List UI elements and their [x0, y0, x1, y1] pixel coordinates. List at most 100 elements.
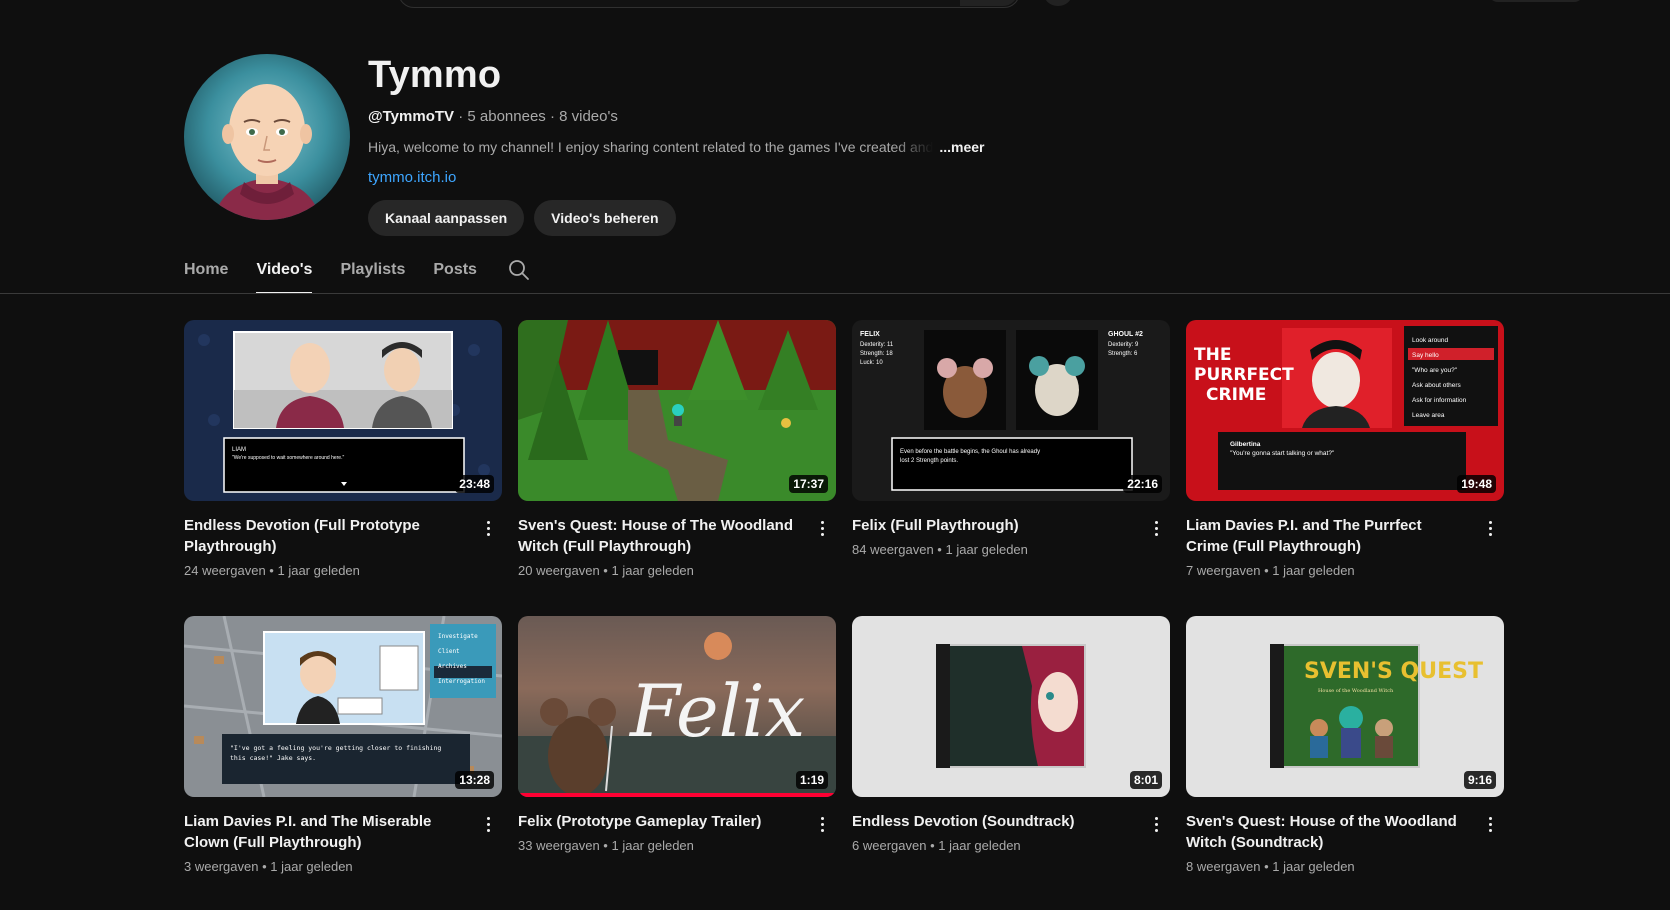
video-meta: 6 weergaven • 1 jaar geleden [852, 838, 1170, 853]
thumb-logo: CRIME [1206, 385, 1266, 405]
thumb-right-name: GHOUL #2 [1108, 331, 1143, 338]
video-duration: 1:19 [795, 771, 828, 789]
video-thumbnail[interactable]: 8:01 [852, 616, 1170, 797]
voice-search-button[interactable] [1044, 0, 1072, 6]
video-card[interactable]: Felix 1:19 Felix (Prototype Gameplay Tra… [518, 616, 836, 853]
video-duration: 23:48 [455, 475, 494, 493]
more-vert-icon[interactable] [478, 516, 498, 540]
video-duration: 17:37 [789, 475, 828, 493]
thumb-menu-item: "Who are you?" [1412, 367, 1458, 374]
view-count: 24 weergaven [184, 563, 266, 578]
video-thumbnail[interactable]: FELIX Dexterity: 11 Strength: 18 Luck: 1… [852, 320, 1170, 501]
tab-home[interactable]: Home [184, 246, 228, 294]
channel-description[interactable]: Hiya, welcome to my channel! I enjoy sha… [368, 139, 984, 155]
upload-age: 1 jaar geleden [938, 838, 1021, 853]
video-meta: 7 weergaven • 1 jaar geleden [1186, 563, 1504, 578]
search-icon[interactable] [507, 258, 531, 282]
more-vert-icon[interactable] [1480, 516, 1500, 540]
thumb-stat: Dexterity: 11 [860, 342, 894, 348]
meta-sep: • [269, 563, 274, 578]
thumb-logo: SVEN'S QUEST [1304, 659, 1483, 684]
tabs-divider [0, 293, 1670, 294]
video-meta: 8 weergaven • 1 jaar geleden [1186, 859, 1504, 874]
video-card[interactable]: LIAM "We're supposed to wait somewhere a… [184, 320, 502, 578]
manage-videos-button[interactable]: Video's beheren [534, 200, 676, 236]
more-vert-icon[interactable] [1146, 812, 1166, 836]
meta-sep: • [603, 838, 608, 853]
thumb-menu-item: Say hello [1412, 352, 1439, 359]
more-vert-icon[interactable] [478, 812, 498, 836]
upload-age: 1 jaar geleden [270, 859, 353, 874]
view-count: 20 weergaven [518, 563, 600, 578]
upload-age: 1 jaar geleden [277, 563, 360, 578]
more-vert-icon[interactable] [1480, 812, 1500, 836]
view-count: 33 weergaven [518, 838, 600, 853]
view-count: 84 weergaven [852, 542, 934, 557]
video-thumbnail[interactable]: Investigate Client Archives Interrogatio… [184, 616, 502, 797]
thumb-menu-item: Interrogation [438, 678, 485, 685]
channel-meta: @TymmoTV · 5 abonnees · 8 video's [368, 108, 984, 125]
video-title[interactable]: Sven's Quest: House of the Woodland Witc… [1186, 811, 1466, 853]
tab-playlists[interactable]: Playlists [340, 246, 405, 294]
watch-progress-bar [518, 793, 836, 797]
tab-posts[interactable]: Posts [433, 246, 477, 294]
top-right-button[interactable] [1488, 0, 1584, 2]
thumb-logo: PURRFECT [1194, 365, 1294, 385]
channel-name: Tymmo [368, 54, 502, 96]
video-title[interactable]: Felix (Full Playthrough) [852, 515, 1132, 536]
thumb-left-name: FELIX [860, 331, 880, 338]
video-card[interactable]: FELIX Dexterity: 11 Strength: 18 Luck: 1… [852, 320, 1170, 557]
video-title[interactable]: Endless Devotion (Soundtrack) [852, 811, 1132, 832]
thumb-stat: Strength: 6 [1108, 351, 1138, 357]
channel-header: Tymmo @TymmoTV · 5 abonnees · 8 video's … [184, 54, 1484, 236]
meta-sep: • [262, 859, 267, 874]
video-title[interactable]: Sven's Quest: House of The Woodland Witc… [518, 515, 798, 557]
thumb-speaker: LIAM [232, 447, 246, 453]
more-vert-icon[interactable] [812, 812, 832, 836]
view-count: 6 weergaven [852, 838, 927, 853]
video-thumbnail[interactable]: LIAM "We're supposed to wait somewhere a… [184, 320, 502, 501]
upload-age: 1 jaar geleden [611, 838, 694, 853]
channel-actions: Kanaal aanpassen Video's beheren [368, 200, 984, 236]
more-vert-icon[interactable] [812, 516, 832, 540]
thumb-menu-item: Ask for information [1412, 397, 1467, 404]
video-card[interactable]: 17:37 Sven's Quest: House of The Woodlan… [518, 320, 836, 578]
thumb-stat: Dexterity: 9 [1108, 342, 1139, 348]
video-title[interactable]: Liam Davies P.I. and The Miserable Clown… [184, 811, 464, 853]
top-search-box[interactable] [398, 0, 1020, 8]
video-duration: 22:16 [1123, 475, 1162, 493]
customize-channel-button[interactable]: Kanaal aanpassen [368, 200, 525, 236]
channel-handle: @TymmoTV [368, 108, 455, 125]
upload-age: 1 jaar geleden [945, 542, 1028, 557]
video-thumbnail[interactable]: Felix 1:19 [518, 616, 836, 797]
video-card[interactable]: Investigate Client Archives Interrogatio… [184, 616, 502, 874]
video-thumbnail[interactable]: THE PURRFECT CRIME Look around Say hello… [1186, 320, 1504, 501]
more-vert-icon[interactable] [1146, 516, 1166, 540]
channel-link[interactable]: tymmo.itch.io [368, 169, 984, 186]
thumb-line: "We're supposed to wait somewhere around… [232, 455, 344, 461]
channel-info: Tymmo @TymmoTV · 5 abonnees · 8 video's … [368, 54, 984, 236]
thumb-line: this case!" Jake says. [230, 754, 316, 762]
video-card[interactable]: SVEN'S QUEST House of the Woodland Witch… [1186, 616, 1504, 874]
video-count: 8 video's [559, 108, 618, 125]
video-thumbnail[interactable]: SVEN'S QUEST House of the Woodland Witch… [1186, 616, 1504, 797]
video-thumbnail[interactable]: 17:37 [518, 320, 836, 501]
video-card[interactable]: THE PURRFECT CRIME Look around Say hello… [1186, 320, 1504, 578]
video-card[interactable]: 8:01 Endless Devotion (Soundtrack) 6 wee… [852, 616, 1170, 853]
video-title[interactable]: Endless Devotion (Full Prototype Playthr… [184, 515, 464, 557]
view-count: 8 weergaven [1186, 859, 1261, 874]
video-title[interactable]: Liam Davies P.I. and The Purrfect Crime … [1186, 515, 1466, 557]
description-text: Hiya, welcome to my channel! I enjoy sha… [368, 139, 934, 155]
video-duration: 19:48 [1457, 475, 1496, 493]
thumb-menu-item: Client [438, 648, 460, 655]
tab-videos[interactable]: Video's [256, 246, 312, 294]
thumb-subtitle: House of the Woodland Witch [1318, 688, 1394, 694]
more-link[interactable]: ...meer [939, 139, 984, 155]
channel-avatar[interactable] [184, 54, 350, 220]
meta-sep: • [930, 838, 935, 853]
thumb-caption: Even before the battle begins, the Ghoul… [900, 449, 1040, 455]
thumb-speaker: Gilbertina [1230, 441, 1261, 448]
video-title[interactable]: Felix (Prototype Gameplay Trailer) [518, 811, 798, 832]
thumb-stat: Luck: 10 [860, 360, 883, 366]
upload-age: 1 jaar geleden [1272, 859, 1355, 874]
